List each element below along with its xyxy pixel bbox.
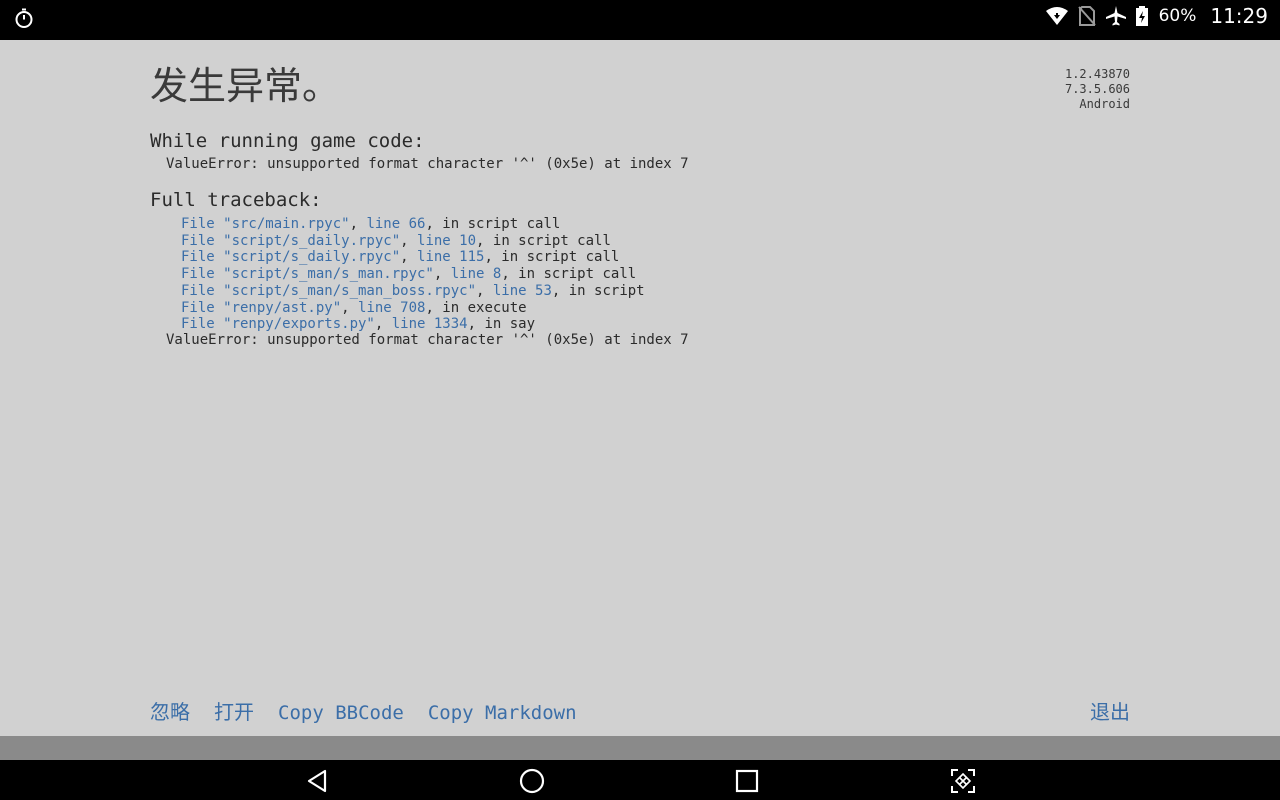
version-line: Android xyxy=(1079,97,1130,111)
traceback-line-link[interactable]: line 8 xyxy=(451,266,502,282)
traceback-sep: , xyxy=(400,232,418,249)
version-line: 1.2.43870 xyxy=(1064,67,1130,81)
traceback-line: File "src/main.rpyc", line 66, in script… xyxy=(181,216,645,233)
no-sim-icon xyxy=(1077,5,1097,27)
traceback-context: , in script xyxy=(551,282,645,299)
traceback-line-link[interactable]: line 115 xyxy=(417,249,484,265)
traceback-list: File "src/main.rpyc", line 66, in script… xyxy=(181,216,645,333)
traceback-line-link[interactable]: line 708 xyxy=(358,300,425,316)
clock: 11:29 xyxy=(1210,4,1268,28)
quit-button[interactable]: 退出 xyxy=(1090,696,1130,725)
airplane-icon xyxy=(1105,5,1127,27)
error-screen: 发生异常。 1.2.43870 7.3.5.606 Android While … xyxy=(0,40,1280,736)
wifi-icon xyxy=(1045,5,1069,27)
traceback-context: , in say xyxy=(467,316,536,333)
running-header: While running game code: xyxy=(150,130,425,152)
traceback-line-link[interactable]: line 66 xyxy=(366,216,425,232)
traceback-line: File "script/s_daily.rpyc", line 115, in… xyxy=(181,249,645,266)
traceback-sep: , xyxy=(374,316,392,333)
traceback-file-link[interactable]: File "script/s_daily.rpyc" xyxy=(181,249,400,265)
traceback-context: , in script call xyxy=(425,216,561,232)
traceback-file-link[interactable]: File "renpy/exports.py" xyxy=(181,316,375,332)
traceback-context: , in script call xyxy=(476,232,611,249)
traceback-line: File "script/s_man/s_man_boss.rpyc", lin… xyxy=(181,283,645,300)
back-icon[interactable] xyxy=(303,766,333,796)
traceback-file-link[interactable]: File "script/s_daily.rpyc" xyxy=(181,233,400,249)
final-error-message: ValueError: unsupported format character… xyxy=(166,332,689,348)
action-buttons: 忽略 打开 Copy BBCode Copy Markdown xyxy=(150,696,577,725)
traceback-line: File "renpy/ast.py", line 708, in execut… xyxy=(181,300,645,317)
stopwatch-icon xyxy=(12,6,36,30)
recents-icon[interactable] xyxy=(732,766,762,796)
traceback-file-link[interactable]: File "src/main.rpyc" xyxy=(181,216,350,232)
open-button[interactable]: 打开 xyxy=(214,696,254,725)
traceback-sep: , xyxy=(400,249,418,266)
traceback-file-link[interactable]: File "renpy/ast.py" xyxy=(181,300,341,316)
screenshot-icon[interactable] xyxy=(948,766,978,796)
traceback-file-link[interactable]: File "script/s_man/s_man.rpyc" xyxy=(181,266,434,282)
home-icon[interactable] xyxy=(517,766,547,796)
traceback-context: , in execute xyxy=(425,299,527,316)
traceback-line: File "renpy/exports.py", line 1334, in s… xyxy=(181,316,645,333)
traceback-sep: , xyxy=(433,266,451,283)
page-title: 发生异常。 xyxy=(150,64,341,108)
battery-percentage: 60% xyxy=(1158,6,1197,26)
status-icons: 60% 11:29 xyxy=(1045,0,1268,32)
copy-markdown-button[interactable]: Copy Markdown xyxy=(428,702,577,724)
traceback-context: , in script call xyxy=(501,266,637,283)
traceback-context: , in script call xyxy=(484,249,620,266)
navigation-bar xyxy=(0,760,1280,800)
bottom-strip xyxy=(0,736,1280,760)
traceback-file-link[interactable]: File "script/s_man/s_man_boss.rpyc" xyxy=(181,283,476,299)
version-info: 1.2.43870 7.3.5.606 Android xyxy=(1065,67,1130,112)
traceback-sep: , xyxy=(349,216,367,232)
traceback-line: File "script/s_man/s_man.rpyc", line 8, … xyxy=(181,266,645,283)
traceback-line-link[interactable]: line 10 xyxy=(417,233,476,249)
battery-charging-icon xyxy=(1135,5,1149,27)
status-bar: 60% 11:29 xyxy=(0,0,1280,40)
ignore-button[interactable]: 忽略 xyxy=(150,696,190,725)
traceback-sep: , xyxy=(341,299,359,316)
error-message: ValueError: unsupported format character… xyxy=(166,156,689,172)
traceback-line: File "script/s_daily.rpyc", line 10, in … xyxy=(181,233,645,250)
traceback-line-link[interactable]: line 1334 xyxy=(392,316,468,332)
copy-bbcode-button[interactable]: Copy BBCode xyxy=(278,702,404,724)
traceback-sep: , xyxy=(476,282,493,299)
traceback-header: Full traceback: xyxy=(150,189,322,211)
traceback-line-link[interactable]: line 53 xyxy=(493,283,552,299)
version-line: 7.3.5.606 xyxy=(1064,82,1130,96)
